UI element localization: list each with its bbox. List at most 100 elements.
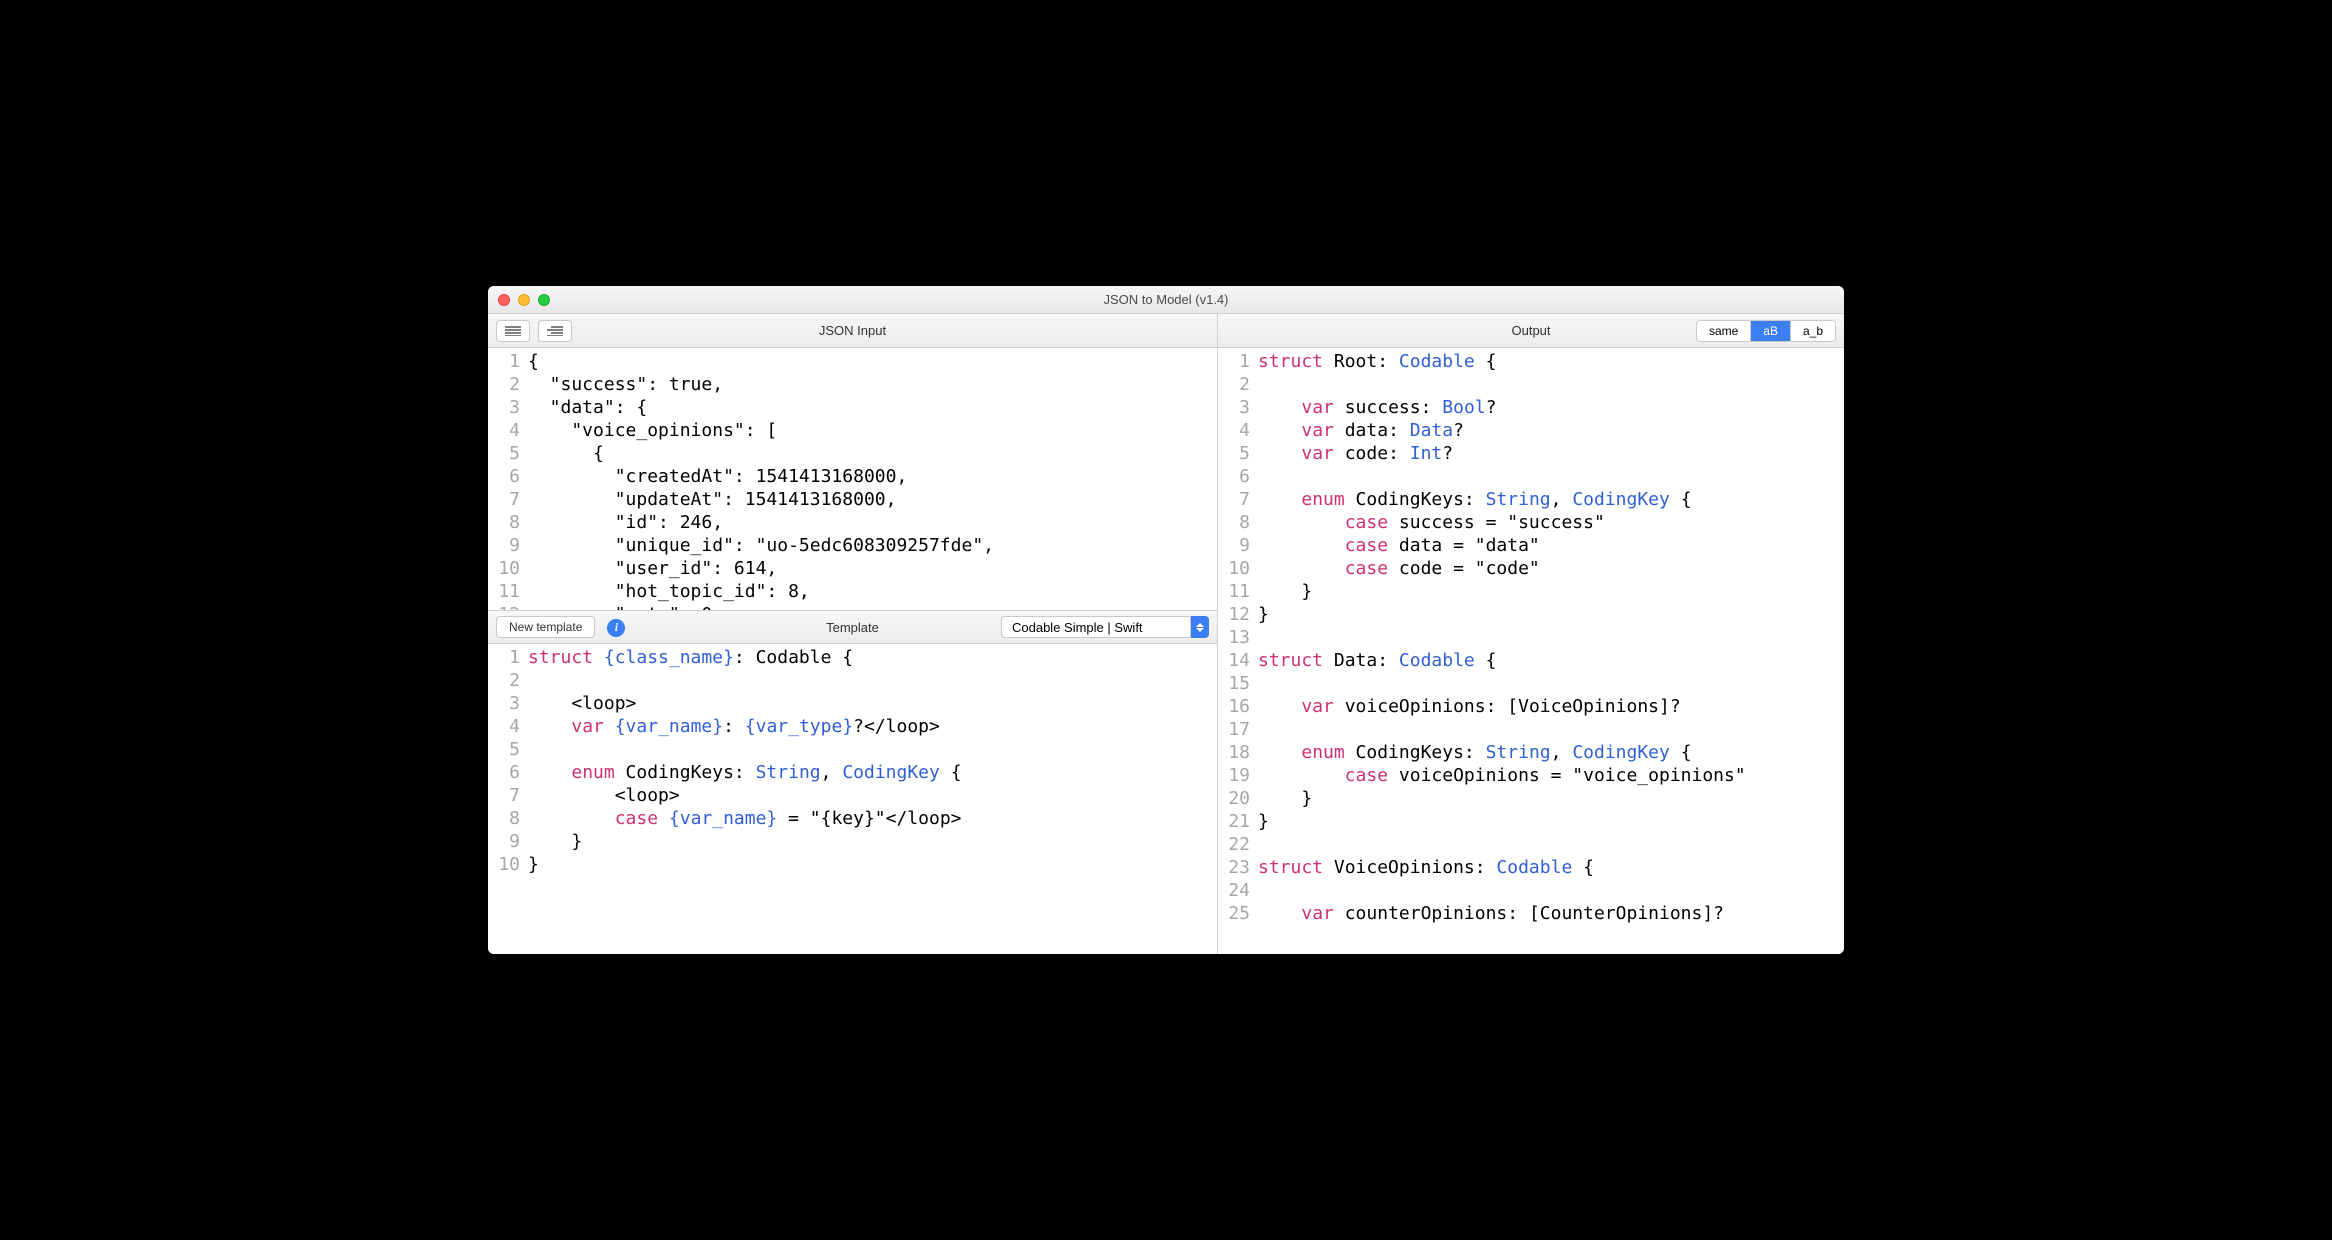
code-text: "id": 246, [528, 511, 1217, 534]
code-text: "unique_id": "uo-5edc608309257fde", [528, 534, 1217, 557]
align-right-icon[interactable] [538, 320, 572, 342]
line-number: 2 [488, 373, 528, 396]
line-number: 2 [488, 669, 528, 692]
json-input-editor[interactable]: 1{2 "success": true,3 "data": {4 "voice_… [488, 348, 1217, 610]
line-number: 10 [488, 853, 528, 876]
code-line: 7 <loop> [488, 784, 1217, 807]
code-line: 6 "createdAt": 1541413168000, [488, 465, 1217, 488]
line-number: 6 [488, 761, 528, 784]
line-number: 3 [488, 396, 528, 419]
code-line: 4 var data: Data? [1218, 419, 1844, 442]
code-line: 11 "hot_topic_id": 8, [488, 580, 1217, 603]
code-line: 16 var voiceOpinions: [VoiceOpinions]? [1218, 695, 1844, 718]
case-segmented-control[interactable]: sameaBa_b [1696, 320, 1836, 342]
code-text: case success = "success" [1258, 511, 1844, 534]
line-number: 21 [1218, 810, 1258, 833]
line-number: 6 [488, 465, 528, 488]
code-text [1258, 672, 1844, 695]
code-text: struct {class_name}: Codable { [528, 646, 1217, 669]
line-number: 5 [488, 442, 528, 465]
new-template-button[interactable]: New template [496, 616, 595, 638]
line-number: 11 [488, 580, 528, 603]
info-icon[interactable]: i [607, 619, 625, 637]
code-line: 3 "data": { [488, 396, 1217, 419]
code-text: "user_id": 614, [528, 557, 1217, 580]
line-number: 20 [1218, 787, 1258, 810]
code-line: 21} [1218, 810, 1844, 833]
code-line: 20 } [1218, 787, 1844, 810]
code-text: } [528, 830, 1217, 853]
code-text: enum CodingKeys: String, CodingKey { [1258, 488, 1844, 511]
output-editor[interactable]: 1struct Root: Codable {23 var success: B… [1218, 348, 1844, 954]
fullscreen-icon[interactable] [538, 294, 550, 306]
code-line: 4 "voice_opinions": [ [488, 419, 1217, 442]
line-number: 2 [1218, 373, 1258, 396]
code-text: case data = "data" [1258, 534, 1844, 557]
code-line: 9 "unique_id": "uo-5edc608309257fde", [488, 534, 1217, 557]
code-line: 7 enum CodingKeys: String, CodingKey { [1218, 488, 1844, 511]
titlebar[interactable]: JSON to Model (v1.4) [488, 286, 1844, 314]
code-text: var success: Bool? [1258, 396, 1844, 419]
code-text: struct Data: Codable { [1258, 649, 1844, 672]
line-number: 4 [1218, 419, 1258, 442]
line-number: 8 [488, 807, 528, 830]
justify-icon[interactable] [496, 320, 530, 342]
line-number: 25 [1218, 902, 1258, 925]
line-number: 10 [488, 557, 528, 580]
code-text: struct Root: Codable { [1258, 350, 1844, 373]
code-line: 6 [1218, 465, 1844, 488]
line-number: 1 [488, 350, 528, 373]
line-number: 5 [1218, 442, 1258, 465]
code-text: { [528, 350, 1217, 373]
code-line: 2 [1218, 373, 1844, 396]
close-icon[interactable] [498, 294, 510, 306]
code-line: 12 "vote": 0, [488, 603, 1217, 610]
line-number: 3 [1218, 396, 1258, 419]
line-number: 16 [1218, 695, 1258, 718]
code-text: "createdAt": 1541413168000, [528, 465, 1217, 488]
code-text [1258, 718, 1844, 741]
code-line: 2 [488, 669, 1217, 692]
code-text: enum CodingKeys: String, CodingKey { [1258, 741, 1844, 764]
code-text [1258, 465, 1844, 488]
code-text: { [528, 442, 1217, 465]
code-line: 2 "success": true, [488, 373, 1217, 396]
code-line: 25 var counterOpinions: [CounterOpinions… [1218, 902, 1844, 925]
line-number: 19 [1218, 764, 1258, 787]
line-number: 24 [1218, 879, 1258, 902]
code-line: 19 case voiceOpinions = "voice_opinions" [1218, 764, 1844, 787]
line-number: 11 [1218, 580, 1258, 603]
code-text: var counterOpinions: [CounterOpinions]? [1258, 902, 1844, 925]
code-text [1258, 879, 1844, 902]
code-text: var code: Int? [1258, 442, 1844, 465]
line-number: 14 [1218, 649, 1258, 672]
line-number: 23 [1218, 856, 1258, 879]
code-line: 5 { [488, 442, 1217, 465]
line-number: 9 [488, 534, 528, 557]
left-pane: JSON Input 1{2 "success": true,3 "data":… [488, 314, 1218, 954]
code-text: case code = "code" [1258, 557, 1844, 580]
code-line: 9 } [488, 830, 1217, 853]
code-text: <loop> [528, 692, 1217, 715]
code-text: case {var_name} = "{key}"</loop> [528, 807, 1217, 830]
code-text: } [1258, 787, 1844, 810]
code-line: 22 [1218, 833, 1844, 856]
code-line: 5 var code: Int? [1218, 442, 1844, 465]
code-text [528, 738, 1217, 761]
template-editor[interactable]: 1struct {class_name}: Codable {23 <loop>… [488, 644, 1217, 954]
line-number: 7 [1218, 488, 1258, 511]
case-option-aB[interactable]: aB [1751, 321, 1791, 341]
code-line: 10 "user_id": 614, [488, 557, 1217, 580]
code-line: 14struct Data: Codable { [1218, 649, 1844, 672]
line-number: 3 [488, 692, 528, 715]
case-option-a_b[interactable]: a_b [1791, 321, 1835, 341]
code-line: 3 var success: Bool? [1218, 396, 1844, 419]
minimize-icon[interactable] [518, 294, 530, 306]
code-text [1258, 373, 1844, 396]
case-option-same[interactable]: same [1697, 321, 1751, 341]
code-line: 15 [1218, 672, 1844, 695]
template-toolbar: New template i Template Codable Simple |… [488, 610, 1217, 644]
template-select[interactable]: Codable Simple | Swift [1001, 616, 1209, 638]
right-pane: Output sameaBa_b 1struct Root: Codable {… [1218, 314, 1844, 954]
code-line: 5 [488, 738, 1217, 761]
